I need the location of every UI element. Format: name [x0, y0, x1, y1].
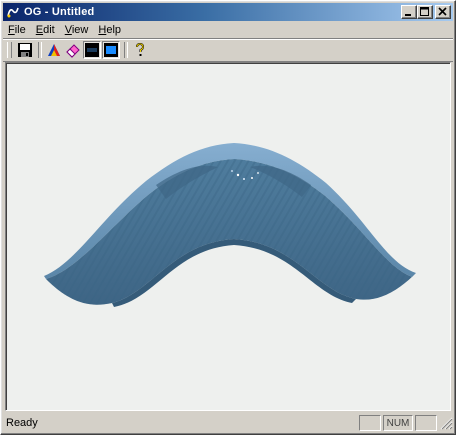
- save-disk-icon: [18, 43, 32, 57]
- eraser-icon: [66, 44, 80, 58]
- fill-mode-button[interactable]: [83, 41, 101, 59]
- title-bar[interactable]: OG - Untitled: [3, 3, 453, 21]
- menu-edit[interactable]: Edit: [31, 22, 60, 38]
- help-button[interactable]: [131, 41, 149, 59]
- menu-edit-label: dit: [43, 24, 55, 36]
- highlight-speck: [243, 178, 245, 180]
- menu-view-mnemonic: V: [64, 24, 72, 36]
- wireframe-mode-icon: [104, 43, 118, 57]
- app-icon[interactable]: [5, 4, 21, 20]
- menu-help-label: elp: [106, 24, 122, 36]
- close-button[interactable]: [435, 5, 451, 19]
- highlight-speck: [257, 172, 259, 174]
- resize-grip[interactable]: [439, 416, 453, 430]
- menu-view[interactable]: View: [60, 22, 94, 38]
- highlight-speck: [231, 170, 233, 172]
- save-button[interactable]: [16, 41, 34, 59]
- help-question-icon: [136, 42, 145, 56]
- status-indicator-num: NUM: [383, 415, 413, 431]
- status-indicator-scroll: [415, 415, 437, 431]
- menu-view-label: iew: [71, 24, 89, 36]
- menu-edit-mnemonic: E: [35, 24, 44, 36]
- maximize-button[interactable]: [417, 5, 433, 19]
- color-button[interactable]: [45, 41, 63, 59]
- highlight-speck: [251, 177, 253, 179]
- minimize-icon: [405, 14, 411, 16]
- toolbar: [3, 38, 453, 62]
- app-window: OG - Untitled File Edit View Help Ready …: [0, 0, 456, 435]
- window-title: OG - Untitled: [24, 6, 95, 18]
- erase-button[interactable]: [64, 41, 82, 59]
- menu-file-label: ile: [14, 24, 26, 36]
- maximize-icon: [420, 7, 429, 16]
- toolbar-grip[interactable]: [7, 42, 12, 58]
- color-triangle-icon: [48, 44, 60, 56]
- 3d-viewport[interactable]: [5, 62, 451, 411]
- status-indicator-caps: [359, 415, 381, 431]
- menu-bar: File Edit View Help: [3, 22, 453, 38]
- menu-file-mnemonic: F: [8, 24, 15, 36]
- toolbar-separator: [38, 42, 42, 58]
- status-text: Ready: [6, 417, 38, 429]
- menu-help[interactable]: Help: [93, 22, 126, 38]
- status-bar: Ready NUM: [3, 414, 453, 432]
- menu-file[interactable]: File: [3, 22, 31, 38]
- toolbar-separator: [124, 42, 128, 58]
- fill-mode-icon: [85, 43, 99, 57]
- minimize-button[interactable]: [401, 5, 417, 19]
- close-icon: [438, 7, 447, 16]
- highlight-speck: [236, 173, 240, 177]
- wireframe-mode-button[interactable]: [102, 41, 120, 59]
- resize-grip-icon: [440, 417, 453, 430]
- caption-buttons: [401, 5, 451, 19]
- surface-render: [44, 143, 416, 307]
